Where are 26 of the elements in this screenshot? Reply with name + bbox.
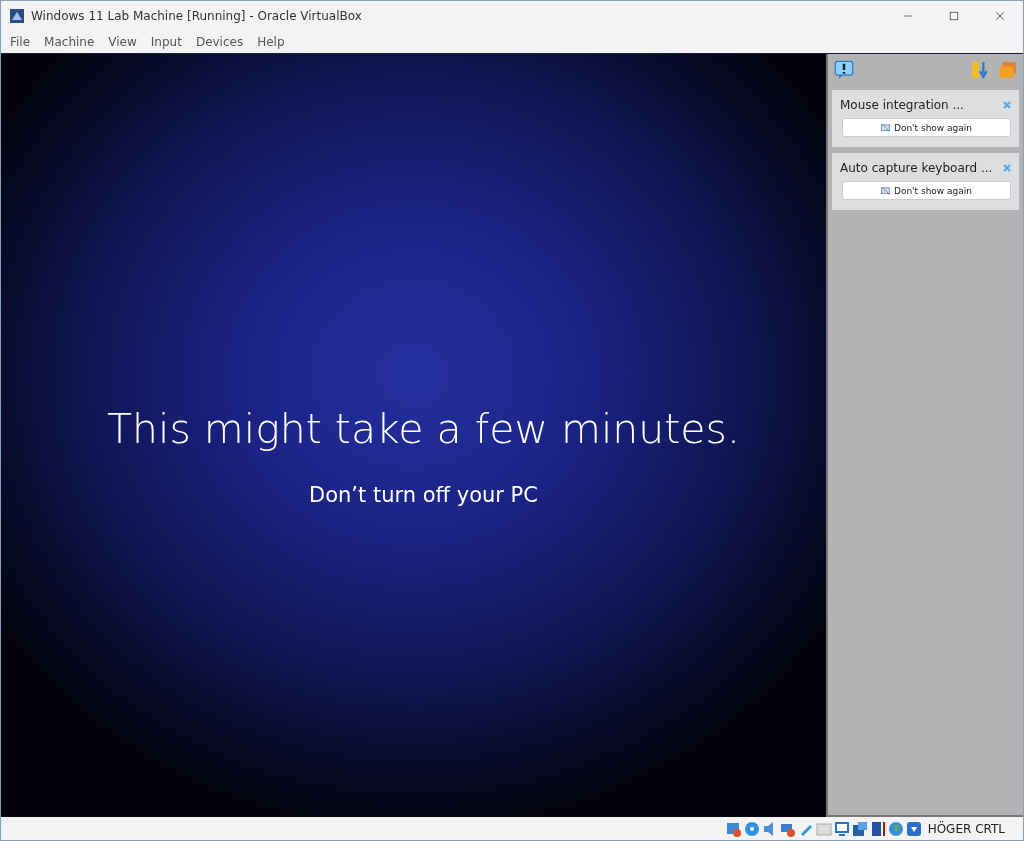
menu-item[interactable]: Devices: [188, 35, 251, 49]
menu-item[interactable]: Input: [143, 35, 189, 49]
notification-title: Mouse integration ...: [840, 98, 965, 112]
maximize-icon[interactable]: [948, 10, 960, 22]
menu-item[interactable]: Machine: [37, 35, 102, 49]
close-icon[interactable]: [994, 10, 1006, 22]
host-key-label: HÖGER CRTL: [927, 821, 1005, 836]
monitor-icon[interactable]: [833, 820, 850, 837]
globe-icon[interactable]: [887, 820, 904, 837]
menu-item[interactable]: File: [3, 35, 38, 49]
menu-item[interactable]: View: [101, 35, 144, 49]
optical-disc-icon[interactable]: [743, 820, 760, 837]
speech-bubble-crossed-icon[interactable]: [880, 185, 891, 196]
window-title: Windows 11 Lab Machine [Running] - Oracle VirtualBox: [31, 9, 362, 23]
dont-show-again-button[interactable]: Don't show again: [842, 181, 1011, 200]
setup-subtext: Don’t turn off your PC: [309, 482, 538, 507]
dont-show-again-button[interactable]: Don't show again: [842, 118, 1011, 137]
sort-list-icon[interactable]: [971, 61, 989, 79]
download-icon[interactable]: [905, 820, 922, 837]
notification-title: Auto capture keyboard ...: [840, 161, 994, 175]
setup-heading: This might take a few minutes.: [107, 404, 740, 453]
close-icon[interactable]: [1001, 99, 1013, 111]
speech-bubble-crossed-icon[interactable]: [880, 122, 891, 133]
alert-message-icon[interactable]: [834, 60, 854, 80]
close-icon[interactable]: [1001, 162, 1013, 174]
menu-item[interactable]: Help: [250, 35, 292, 49]
